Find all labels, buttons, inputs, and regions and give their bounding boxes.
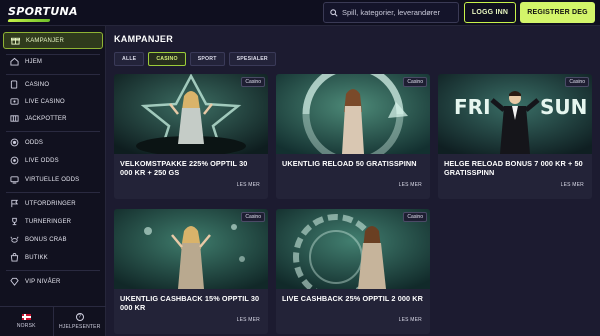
divider — [6, 74, 100, 75]
sidebar-item-label: UTFORDRINGER — [25, 200, 76, 207]
sidebar-item-live-casino[interactable]: LIVE CASINO — [3, 93, 103, 110]
promo-card[interactable]: FRI SUN Casino HELGE RELOAD BONUS 7 000 … — [438, 74, 592, 199]
category-tag: Casino — [403, 77, 427, 87]
sidebar-footer: NORSK ? HJELPESENTER — [0, 306, 106, 336]
promo-image: FRI SUN Casino — [438, 74, 592, 154]
bonus-crab-icon — [9, 235, 19, 245]
promo-title: HELGE RELOAD BONUS 7 000 KR + 50 GRATISS… — [444, 159, 583, 177]
sidebar-item-label: LIVE ODDS — [25, 157, 59, 164]
divider — [6, 131, 100, 132]
virtual-odds-icon — [9, 175, 19, 185]
login-button[interactable]: LOGG INN — [464, 2, 516, 23]
image-text-sun: SUN — [540, 95, 587, 119]
filter-spesialer[interactable]: SPESIALER — [228, 52, 276, 66]
filter-alle[interactable]: ALLE — [114, 52, 145, 66]
search-box[interactable] — [323, 2, 459, 23]
tournaments-icon — [9, 217, 19, 227]
norway-flag-icon — [21, 314, 31, 320]
gift-icon — [10, 36, 20, 46]
home-icon — [9, 57, 19, 67]
image-text-fri: FRI — [454, 95, 491, 119]
register-button[interactable]: REGISTRER DEG — [520, 2, 595, 23]
read-more-link[interactable]: LES MER — [399, 182, 422, 188]
sidebar-item-label: CASINO — [25, 81, 50, 88]
cards-icon — [9, 80, 19, 90]
help-label: HJELPESENTER — [58, 324, 101, 330]
search-input[interactable] — [342, 8, 452, 17]
read-more-link[interactable]: LES MER — [399, 317, 422, 323]
logo-text: SPORTUNA — [8, 5, 78, 18]
promo-card[interactable]: Casino VELKOMSTPAKKE 225% OPPTIL 30 000 … — [114, 74, 268, 199]
sidebar-item-label: KAMPANJER — [26, 37, 65, 44]
sidebar-item-casino[interactable]: CASINO — [3, 76, 103, 93]
read-more-link[interactable]: LES MER — [237, 182, 260, 188]
sidebar-item-label: LIVE CASINO — [25, 98, 65, 105]
sidebar-item-label: VIRTUELLE ODDS — [25, 176, 80, 183]
sidebar-item-utfordringer[interactable]: UTFORDRINGER — [3, 195, 103, 212]
logo[interactable]: SPORTUNA — [7, 5, 78, 22]
sidebar-item-vip-nivaer[interactable]: VIP NIVÅER — [3, 273, 103, 290]
sidebar-item-virtuelle-odds[interactable]: VIRTUELLE ODDS — [3, 171, 103, 188]
sidebar-item-odds[interactable]: ODDS — [3, 134, 103, 151]
sidebar-item-label: TURNERINGER — [25, 218, 72, 225]
sidebar-item-bonus-crab[interactable]: BONUS CRAB — [3, 231, 103, 248]
promo-card[interactable]: Casino UKENTLIG CASHBACK 15% OPPTIL 30 0… — [114, 209, 268, 334]
language-selector[interactable]: NORSK — [0, 307, 54, 336]
promo-card[interactable]: Casino UKENTLIG RELOAD 50 GRATISSPINN LE… — [276, 74, 430, 199]
promo-image: Casino — [114, 209, 268, 289]
challenges-icon — [9, 199, 19, 209]
promo-image: Casino — [276, 209, 430, 289]
sidebar-item-label: HJEM — [25, 58, 43, 65]
sidebar-item-label: VIP NIVÅER — [25, 278, 61, 285]
filter-chips: ALLE CASINO SPORT SPESIALER — [114, 52, 276, 66]
help-center-link[interactable]: ? HJELPESENTER — [54, 307, 107, 336]
sidebar-item-label: BUTIKK — [25, 254, 48, 261]
sidebar: KAMPANJER HJEM CASINO LIVE CASINO JACKPO… — [0, 26, 106, 336]
promo-title: UKENTLIG CASHBACK 15% OPPTIL 30 000 KR — [120, 294, 260, 312]
sidebar-item-turneringer[interactable]: TURNERINGER — [3, 213, 103, 230]
promo-title: LIVE CASHBACK 25% OPPTIL 2 000 KR — [282, 294, 424, 303]
live-odds-icon — [9, 156, 19, 166]
category-tag: Casino — [241, 212, 265, 222]
divider — [6, 192, 100, 193]
filter-casino[interactable]: CASINO — [148, 52, 186, 66]
sidebar-item-kampanjer[interactable]: KAMPANJER — [3, 32, 103, 49]
sidebar-item-label: ODDS — [25, 139, 44, 146]
main-content: KAMPANJER ALLE CASINO SPORT SPESIALER Ca… — [106, 26, 600, 336]
divider — [6, 270, 100, 271]
sidebar-item-label: BONUS CRAB — [25, 236, 67, 243]
sidebar-item-label: JACKPOTTER — [25, 115, 67, 122]
help-icon: ? — [75, 313, 84, 321]
read-more-link[interactable]: LES MER — [561, 182, 584, 188]
read-more-link[interactable]: LES MER — [237, 317, 260, 323]
sidebar-item-live-odds[interactable]: LIVE ODDS — [3, 152, 103, 169]
sidebar-item-butikk[interactable]: BUTIKK — [3, 249, 103, 266]
promo-title: VELKOMSTPAKKE 225% OPPTIL 30 000 KR + 25… — [120, 159, 248, 177]
language-label: NORSK — [16, 323, 36, 329]
page-title: KAMPANJER — [114, 34, 174, 44]
top-bar: SPORTUNA LOGG INN REGISTRER DEG — [0, 0, 600, 26]
promo-card[interactable]: Casino LIVE CASHBACK 25% OPPTIL 2 000 KR… — [276, 209, 430, 334]
shop-icon — [9, 253, 19, 263]
promo-title: UKENTLIG RELOAD 50 GRATISSPINN — [282, 159, 417, 168]
live-casino-icon — [9, 97, 19, 107]
sidebar-item-jackpotter[interactable]: JACKPOTTER — [3, 110, 103, 127]
filter-sport[interactable]: SPORT — [189, 52, 225, 66]
logo-swish — [7, 19, 51, 22]
category-tag: Casino — [403, 212, 427, 222]
search-icon — [330, 8, 338, 17]
jackpot-icon — [9, 114, 19, 124]
promo-image: Casino — [276, 74, 430, 154]
promo-image: Casino — [114, 74, 268, 154]
sidebar-item-hjem[interactable]: HJEM — [3, 53, 103, 70]
category-tag: Casino — [241, 77, 265, 87]
odds-icon — [9, 138, 19, 148]
vip-diamond-icon — [9, 277, 19, 287]
category-tag: Casino — [565, 77, 589, 87]
